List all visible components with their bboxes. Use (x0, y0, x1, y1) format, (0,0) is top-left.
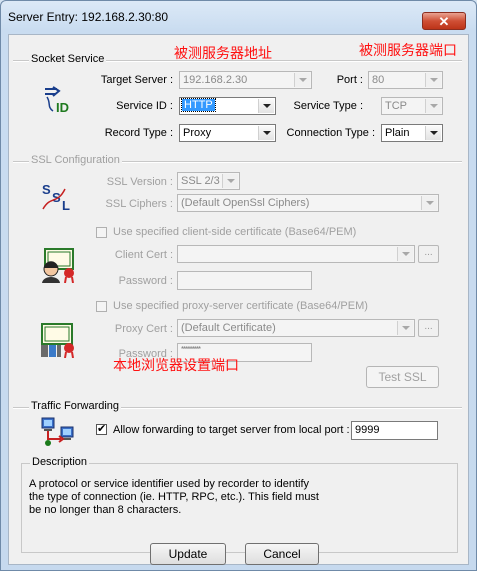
service-type-value: TCP (385, 100, 407, 112)
connection-type-label: Connection Type : (286, 127, 375, 139)
service-id-combo[interactable]: HTTP (179, 97, 276, 115)
service-id-value: HTTP (181, 98, 216, 112)
connection-type-value: Plain (385, 127, 410, 139)
target-server-value: 192.168.2.30 (183, 74, 248, 86)
service-type-label: Service Type : (293, 100, 364, 112)
description-box: Description A protocol or service identi… (21, 456, 458, 553)
traffic-group-label: Traffic Forwarding (29, 400, 122, 412)
port-label: Port : (336, 74, 363, 86)
client-password-field[interactable] (177, 271, 312, 290)
title-bar[interactable]: Server Entry: 192.168.2.30:80 ✕ (1, 1, 476, 31)
chevron-down-icon[interactable] (397, 321, 413, 335)
local-port-input[interactable]: 9999 (351, 421, 438, 440)
client-cert-combo[interactable] (177, 245, 415, 263)
annotation-target-server: 被测服务器地址 (174, 46, 272, 62)
chevron-down-icon[interactable] (294, 73, 310, 87)
description-text: A protocol or service identifier used by… (29, 478, 344, 517)
client-cert-label: Client Cert : (114, 249, 173, 261)
annotation-target-port: 被测服务器端口 (359, 43, 457, 59)
ssl-icon: S S L (42, 182, 70, 213)
svg-text:ID: ID (56, 100, 69, 115)
dialog-window: Server Entry: 192.168.2.30:80 ✕ Socket S… (0, 0, 477, 571)
chevron-down-icon[interactable] (425, 99, 441, 113)
ssl-ciphers-value: (Default OpenSsl Ciphers) (181, 197, 310, 209)
test-ssl-button[interactable]: Test SSL (366, 366, 439, 388)
ssl-version-value: SSL 2/3 (181, 175, 220, 187)
record-type-value: Proxy (183, 127, 212, 139)
update-button[interactable]: Update (150, 543, 226, 565)
cancel-button[interactable]: Cancel (245, 543, 319, 565)
chevron-down-icon[interactable] (258, 99, 274, 113)
chevron-down-icon[interactable] (425, 126, 441, 140)
ssl-ciphers-label: SSL Ciphers : (105, 198, 173, 210)
description-line: A protocol or service identifier used by… (29, 478, 310, 490)
proxy-certificate-icon (41, 323, 74, 358)
annotation-local-port: 本地浏览器设置端口 (113, 358, 239, 374)
client-certificate-icon (42, 248, 74, 283)
port-value: 80 (372, 74, 385, 86)
proxy-cert-combo[interactable]: (Default Certificate) (177, 319, 415, 337)
ssl-version-label: SSL Version : (106, 176, 173, 188)
client-password-label: Password : (118, 275, 173, 287)
client-cert-checkbox[interactable] (96, 227, 107, 238)
ssl-group-label: SSL Configuration (29, 154, 122, 166)
svg-text:L: L (62, 198, 70, 213)
proxy-password-value: ********* (181, 345, 201, 354)
proxy-cert-check-label: Use specified proxy-server certificate (… (113, 300, 368, 312)
ssl-version-combo[interactable]: SSL 2/3 (177, 172, 240, 190)
description-label: Description (30, 456, 90, 468)
description-line: be no longer than 8 characters. (29, 504, 182, 516)
record-type-combo[interactable]: Proxy (179, 124, 276, 142)
socket-service-group-label: Socket Service (29, 53, 107, 65)
record-type-label: Record Type : (104, 127, 173, 139)
target-server-label: Target Server : (100, 74, 173, 86)
window-title: Server Entry: 192.168.2.30:80 (8, 10, 169, 24)
connection-type-combo[interactable]: Plain (381, 124, 443, 142)
chevron-down-icon[interactable] (258, 126, 274, 140)
chevron-down-icon[interactable] (425, 73, 441, 87)
chevron-down-icon[interactable] (397, 247, 413, 261)
proxy-cert-label: Proxy Cert : (114, 323, 173, 335)
client-cert-check-label: Use specified client-side certificate (B… (113, 226, 357, 238)
entry-id-icon: ID (45, 86, 69, 115)
ssl-ciphers-combo[interactable]: (Default OpenSsl Ciphers) (177, 194, 439, 212)
service-id-label: Service ID : (116, 100, 173, 112)
port-combo[interactable]: 80 (368, 71, 443, 89)
proxy-cert-checkbox[interactable] (96, 301, 107, 312)
description-line: the type of connection (ie. HTTP, RPC, e… (29, 491, 319, 503)
target-server-combo[interactable]: 192.168.2.30 (179, 71, 312, 89)
chevron-down-icon[interactable] (222, 174, 238, 188)
forwarding-checkbox[interactable] (96, 422, 107, 435)
local-port-value: 9999 (355, 424, 380, 436)
dialog-body: Socket Service ID Target Server : 192.16… (8, 34, 469, 565)
network-forward-icon (41, 417, 74, 446)
proxy-cert-browse-button[interactable]: ... (418, 319, 439, 337)
client-cert-browse-button[interactable]: ... (418, 245, 439, 263)
forwarding-label: Allow forwarding to target server from l… (113, 424, 350, 436)
service-type-combo[interactable]: TCP (381, 97, 443, 115)
close-button[interactable]: ✕ (422, 12, 466, 30)
svg-text:S: S (42, 182, 51, 197)
chevron-down-icon[interactable] (421, 196, 437, 210)
proxy-cert-value: (Default Certificate) (181, 322, 276, 334)
